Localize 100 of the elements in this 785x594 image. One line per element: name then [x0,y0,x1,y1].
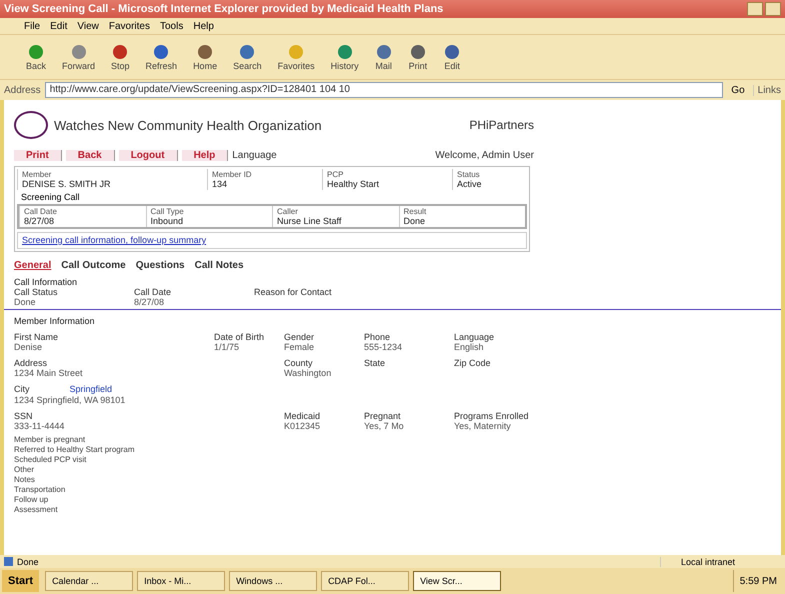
status-text: Done [17,556,39,566]
field-label: SSN [14,411,34,421]
field-value: 1234 Springfield, WA 98101 [14,395,126,405]
field-label: State [364,358,386,368]
field-label: First Name [14,332,60,342]
field-value: 555-1234 [364,342,404,352]
note-line: Transportation [14,485,66,495]
field-value: Active [457,179,483,189]
taskbar-button[interactable]: Windows ... [229,571,318,591]
field-label: Result [404,207,428,216]
toolbar-button[interactable]: Stop [105,41,136,73]
nav-link[interactable]: Help [182,150,228,160]
field-label: Call Date [24,207,58,216]
taskbar-button[interactable]: Inbox - Mi... [137,571,226,591]
note-line: Other [14,465,36,475]
field-label: Date of Birth [214,332,266,342]
toolbar-button[interactable]: History [324,41,365,73]
field-value: 134 [212,179,228,189]
field-label: Call Date [134,287,172,297]
field-label: Call Type [150,207,185,216]
max-button[interactable] [765,2,781,16]
window-title: View Screening Call - Microsoft Internet Explorer provided by Medicaid Health Plans [4,3,444,15]
field-value: 1/1/75 [214,342,240,352]
field-label: Member ID [212,170,253,179]
toolbar-button[interactable]: Refresh [140,41,184,73]
menu-item[interactable]: File [24,20,40,32]
field-label: Zip Code [454,358,492,368]
tab[interactable]: General [14,260,52,271]
field-label: Medicaid [284,411,322,421]
partner-logo: PHiPartners [469,118,534,132]
field-label: Member [22,170,52,179]
taskbar-button[interactable]: View Scr... [413,571,502,591]
toolbar-button[interactable]: Print [402,41,434,73]
taskbar-button[interactable]: Calendar ... [45,571,134,591]
field-label: Call Status [14,287,59,297]
nav-link[interactable]: Logout [118,150,178,160]
menu-item[interactable]: Edit [50,20,68,32]
tab[interactable]: Questions [136,260,185,271]
back-button[interactable]: Back [20,41,52,73]
address-field[interactable]: http://www.care.org/update/ViewScreening.aspx?ID=128401 104 10 [44,82,724,98]
field-value: Yes, 7 Mo [364,421,405,431]
toolbar-button[interactable]: Search [227,41,268,73]
field-value: K012345 [284,421,322,431]
field-label: Language [454,332,496,342]
field-value: Inbound [150,216,184,226]
field-value: 8/27/08 [134,297,166,307]
min-button[interactable] [747,2,763,16]
note-line: Referred to Healthy Start program [14,445,136,455]
field-label: PCP [327,170,344,179]
note-line: Assessment [14,505,59,515]
toolbar-button[interactable]: Forward [56,41,102,73]
links-button[interactable]: Links [752,84,781,96]
field-label: Pregnant [364,411,402,421]
menu-item[interactable]: Favorites [108,20,150,32]
field-value: DENISE S. SMITH JR [22,179,112,189]
page-icon [4,557,13,566]
field-value: 333-11-4444 [14,421,66,431]
organization-name: Watches New Community Health Organization [54,118,323,132]
field-value: Healthy Start [327,179,380,189]
note-line: Scheduled PCP visit [14,455,88,465]
menu-item[interactable]: View [77,20,99,32]
note-line: Member is pregnant [14,435,86,445]
field-label: Gender [284,332,316,342]
field-value: Nurse Line Staff [277,216,342,226]
note-line: Notes [14,475,36,485]
toolbar-button[interactable]: Home [187,41,224,73]
section-label: Screening Call [20,191,81,204]
tab[interactable]: Call Outcome [61,260,126,271]
field-value: Female [284,342,316,352]
tab[interactable]: Call Notes [194,260,244,271]
field-label: Reason for Contact [254,287,333,297]
nav-note: Language [232,150,277,160]
field-value: Washington [284,368,332,378]
menu-item[interactable]: Tools [160,20,184,32]
section-title: Call Information [14,277,78,287]
field-label: City [14,384,30,394]
field-label: Programs Enrolled [454,411,530,421]
field-value: English [454,342,485,352]
nav-link[interactable]: Back [66,150,115,160]
field-label: County [284,358,314,368]
user-name: Welcome, Admin User [435,150,534,160]
clock: 5:59 PM [740,576,777,586]
field-value: Denise [14,342,44,352]
toolbar-button[interactable]: Edit [437,41,468,73]
field-label: Address [14,358,48,368]
field-value: 1234 Main Street [14,368,84,378]
menu-item[interactable]: Help [193,20,214,32]
field-label: Caller [277,207,299,216]
nav-link[interactable]: Print [14,150,62,160]
field-value: Done [404,216,426,226]
taskbar-button[interactable]: CDAP Fol... [321,571,410,591]
field-value: Springfield [70,384,112,394]
field-label: Status [457,170,481,179]
start-button[interactable]: Start [2,570,40,592]
toolbar-button[interactable]: Favorites [272,41,321,73]
note-line: Follow up [14,495,50,505]
toolbar-button[interactable]: Mail [368,41,399,73]
zone-label: Local intranet [660,556,781,566]
field-value: Yes, Maternity [454,421,512,431]
field-value: Done [14,297,37,307]
